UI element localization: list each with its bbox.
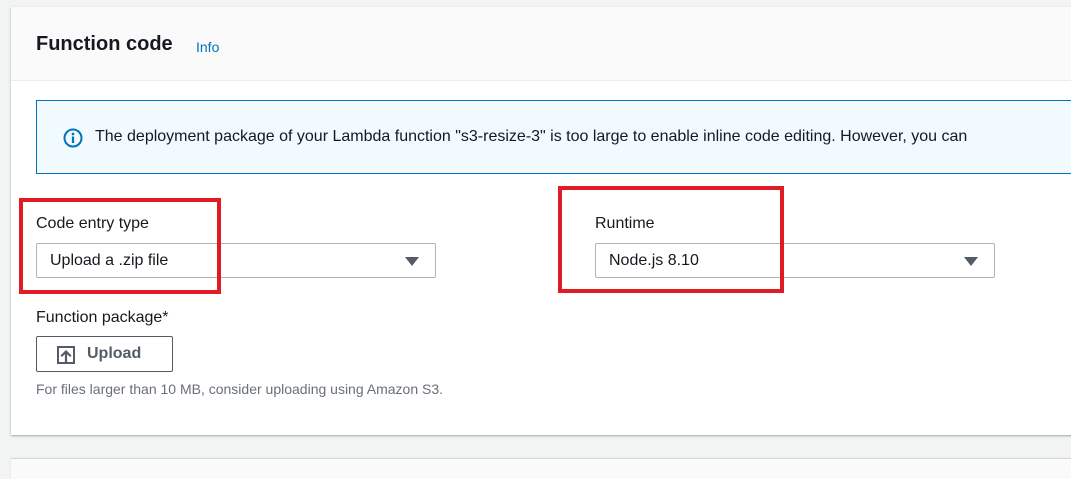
upload-button[interactable]: Upload: [36, 336, 173, 372]
alert-message: The deployment package of your Lambda fu…: [95, 128, 968, 145]
info-alert: The deployment package of your Lambda fu…: [36, 100, 1071, 174]
upload-button-label: Upload: [87, 345, 142, 362]
info-link[interactable]: Info: [196, 39, 219, 55]
upload-icon: [57, 346, 75, 364]
next-panel-edge: [11, 459, 1071, 479]
function-code-panel: Function code Info The deployment packag…: [11, 7, 1071, 435]
function-package-label: Function package*: [36, 309, 169, 326]
upload-hint: For files larger than 10 MB, consider up…: [36, 381, 444, 397]
section-title: Function code: [36, 33, 173, 55]
chevron-down-icon: [964, 257, 978, 266]
runtime-label: Runtime: [595, 215, 655, 232]
panel-header: Function code Info: [11, 7, 1071, 81]
runtime-select[interactable]: Node.js 8.10: [595, 243, 995, 278]
chevron-down-icon: [405, 257, 419, 266]
info-circle-icon: [63, 128, 83, 148]
code-entry-type-value: Upload a .zip file: [50, 252, 169, 269]
code-entry-type-label: Code entry type: [36, 215, 149, 232]
code-entry-type-select[interactable]: Upload a .zip file: [36, 243, 436, 278]
runtime-value: Node.js 8.10: [609, 252, 699, 269]
